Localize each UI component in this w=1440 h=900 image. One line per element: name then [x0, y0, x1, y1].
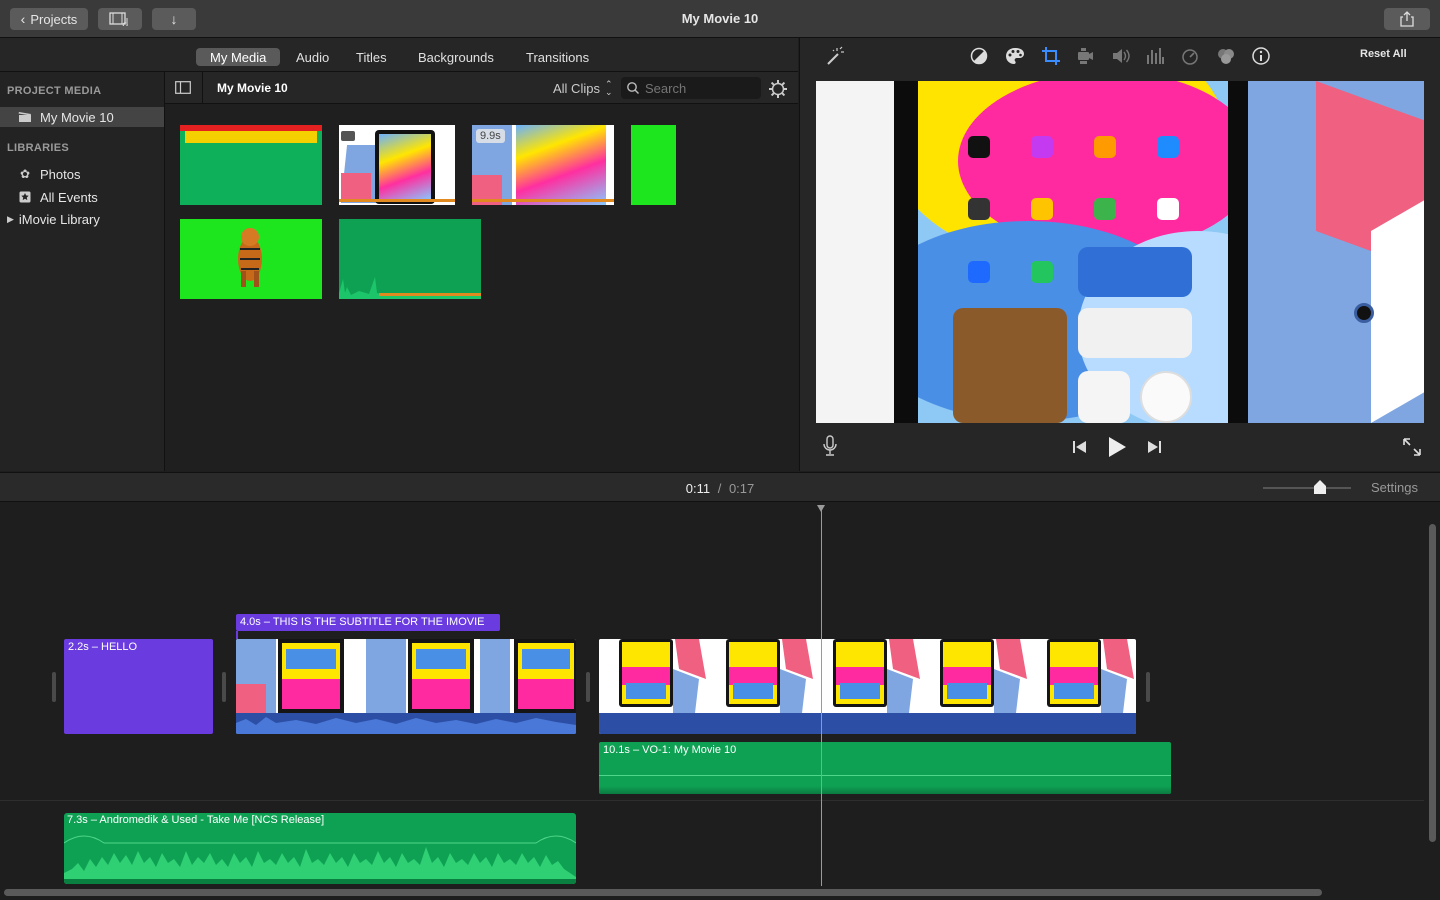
sidebar-item-label: My Movie 10: [40, 109, 114, 125]
photos-icon: ✿: [19, 167, 31, 181]
title-clip-subtitle[interactable]: 4.0s – THIS IS THE SUBTITLE FOR THE IMOV…: [236, 614, 500, 631]
media-clip-thumbnail[interactable]: [631, 125, 676, 205]
divider: [202, 72, 203, 104]
clip-label: 2.2s – HELLO: [68, 641, 138, 653]
tab-transitions[interactable]: Transitions: [512, 48, 603, 66]
media-clip-thumbnail[interactable]: [339, 219, 481, 299]
stabilization-icon[interactable]: [1076, 47, 1094, 65]
media-clip-thumbnail[interactable]: [180, 125, 322, 205]
waveform-shadow: [599, 786, 1171, 794]
sidebar-item-my-movie-10[interactable]: My Movie 10: [0, 107, 164, 127]
music-clip[interactable]: 7.3s – Andromedik & Used - Take Me [NCS …: [64, 813, 576, 884]
volume-line[interactable]: [599, 775, 1171, 776]
libraries-sidebar: PROJECT MEDIA My Movie 10 LIBRARIES ✿ Ph…: [0, 72, 165, 471]
zoom-slider-thumb[interactable]: [1314, 480, 1327, 494]
tab-my-media[interactable]: My Media: [196, 48, 281, 66]
viewer-panel: Reset All: [799, 38, 1440, 471]
music-well-divider: [0, 800, 1424, 801]
clip-filter-dropdown[interactable]: All Clips ⌃ ⌄: [553, 79, 613, 97]
video-filmstrip: [236, 639, 576, 734]
playhead[interactable]: [817, 505, 825, 886]
vertical-scrollbar[interactable]: [1429, 524, 1436, 842]
media-clip-thumbnail[interactable]: [180, 219, 322, 299]
clip-trim-handle[interactable]: [222, 672, 226, 702]
skip-forward-icon[interactable]: [1146, 439, 1162, 455]
tab-audio[interactable]: Audio: [282, 48, 343, 66]
search-input[interactable]: [645, 80, 755, 96]
window-title: My Movie 10: [681, 11, 759, 26]
fullscreen-icon[interactable]: [1402, 437, 1422, 457]
clip-trim-handle[interactable]: [586, 672, 590, 702]
zoom-slider[interactable]: [1263, 480, 1351, 494]
timecode: 0:11 / 0:17: [0, 481, 1440, 496]
project-media-header: PROJECT MEDIA: [7, 85, 102, 97]
color-balance-icon[interactable]: [970, 47, 988, 65]
sidebar-toggle-icon[interactable]: [175, 81, 191, 94]
video-clip[interactable]: [236, 639, 576, 734]
media-browser: My Movie 10 All Clips ⌃⌄ 9.9s: [165, 72, 798, 471]
timeline-settings-button[interactable]: Settings: [1371, 480, 1418, 495]
timeline-header: 0:11 / 0:17 Settings: [0, 472, 1440, 502]
reset-all-button[interactable]: Reset All: [1360, 48, 1407, 60]
gear-icon[interactable]: [768, 79, 788, 99]
clip-label: 4.0s – THIS IS THE SUBTITLE FOR THE IMOV…: [240, 616, 485, 628]
clip-filter-label: All Clips: [553, 80, 600, 96]
video-clip[interactable]: [599, 639, 1136, 734]
tiger-image: [238, 228, 262, 287]
disclosure-triangle-icon[interactable]: ▶: [7, 214, 14, 225]
sidebar-item-photos[interactable]: ✿ Photos: [0, 164, 164, 184]
sidebar-item-all-events[interactable]: All Events: [0, 187, 164, 207]
info-icon[interactable]: [1251, 46, 1271, 66]
sidebar-item-imovie-library[interactable]: ▶ iMovie Library: [0, 209, 164, 229]
sidebar-item-label: All Events: [40, 189, 98, 205]
time-separator: /: [717, 481, 722, 496]
horizontal-scrollbar[interactable]: [4, 889, 1322, 896]
noise-reduction-icon[interactable]: [1146, 47, 1164, 65]
media-title: My Movie 10: [217, 81, 288, 95]
search-icon: [627, 82, 639, 94]
media-browser-tabs: My Media Audio Titles Backgrounds Transi…: [0, 38, 798, 72]
clip-label: 10.1s – VO-1: My Movie 10: [603, 744, 737, 756]
tab-backgrounds[interactable]: Backgrounds: [404, 48, 508, 66]
star-icon: [18, 190, 32, 204]
clip-trim-handle[interactable]: [1146, 672, 1150, 702]
skip-back-icon[interactable]: [1072, 439, 1088, 455]
media-browser-header: My Movie 10 All Clips ⌃ ⌄: [165, 72, 798, 104]
film-clapper-icon: [18, 110, 32, 124]
total-time: 0:17: [728, 481, 755, 496]
clip-filter-icon[interactable]: [1216, 47, 1236, 65]
duration-badge: 9.9s: [476, 129, 505, 143]
share-button[interactable]: [1384, 8, 1430, 30]
magic-wand-icon[interactable]: [824, 46, 844, 66]
clip-trim-handle[interactable]: [52, 672, 56, 702]
updown-chevron-icon: ⌃ ⌄: [604, 79, 613, 97]
video-preview[interactable]: [816, 81, 1424, 423]
video-filmstrip: [599, 639, 1136, 734]
media-clip-thumbnail[interactable]: 9.9s: [472, 125, 614, 205]
search-field[interactable]: [621, 77, 761, 99]
microphone-icon[interactable]: [822, 435, 838, 457]
sidebar-item-label: iMovie Library: [18, 211, 100, 227]
title-bar: ‹ Projects ↓ My Movie 10: [0, 0, 1440, 38]
timeline: 2.2s – HELLO 4.0s – THIS IS THE SUBTITLE…: [0, 502, 1440, 900]
tab-titles[interactable]: Titles: [342, 48, 401, 66]
libraries-header: LIBRARIES: [7, 142, 69, 154]
playhead-marker: [817, 505, 825, 512]
title-clip-hello[interactable]: 2.2s – HELLO: [64, 639, 213, 734]
voiceover-clip[interactable]: 10.1s – VO-1: My Movie 10: [599, 742, 1171, 794]
volume-icon[interactable]: [1111, 47, 1131, 65]
current-time: 0:11: [685, 481, 711, 496]
title-connector: [236, 631, 238, 639]
sidebar-item-label: Photos: [40, 166, 81, 182]
speed-icon[interactable]: [1181, 47, 1199, 65]
play-button[interactable]: [1107, 436, 1127, 458]
color-correction-icon[interactable]: [1005, 47, 1025, 65]
audio-waveform: [339, 277, 481, 299]
music-waveform: [64, 835, 576, 884]
camera-icon: [341, 131, 355, 141]
crop-icon[interactable]: [1041, 46, 1061, 66]
media-clip-thumbnail[interactable]: [339, 125, 455, 205]
share-icon: [1400, 11, 1414, 27]
